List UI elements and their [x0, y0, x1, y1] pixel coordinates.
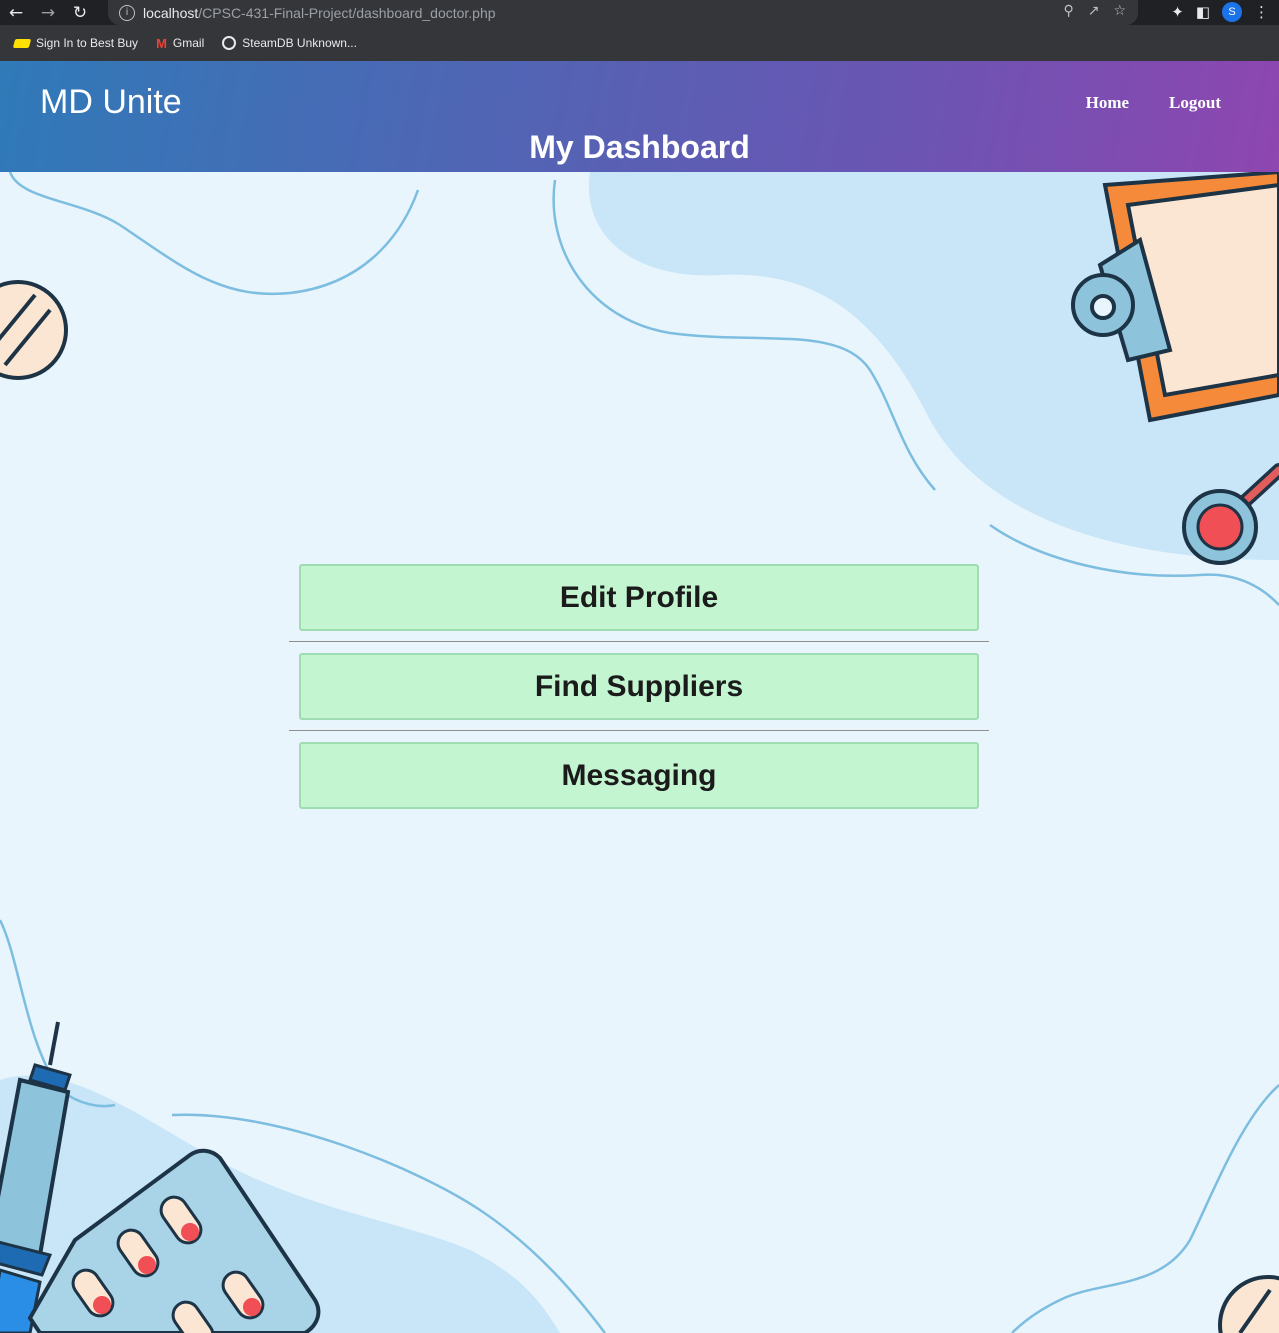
forward-arrow-icon[interactable]: → — [32, 0, 64, 25]
top-nav: Home Logout — [1086, 93, 1221, 113]
divider — [289, 730, 989, 731]
page-title: My Dashboard — [529, 129, 750, 165]
share-icon[interactable]: ↗ — [1088, 3, 1100, 19]
extensions-puzzle-icon[interactable]: ✦ — [1171, 3, 1184, 21]
browser-toolbar: ← → ↻ i localhost/CPSC-431-Final-Project… — [0, 0, 1279, 25]
url-text[interactable]: localhost/CPSC-431-Final-Project/dashboa… — [143, 5, 496, 21]
brand-logo-text[interactable]: MD Unite — [40, 83, 182, 122]
find-suppliers-button[interactable]: Find Suppliers — [299, 653, 979, 720]
divider — [289, 641, 989, 642]
address-bar[interactable]: i localhost/CPSC-431-Final-Project/dashb… — [108, 0, 1138, 25]
bookmark-bestbuy[interactable]: Sign In to Best Buy — [12, 36, 139, 50]
gmail-icon: M — [156, 35, 167, 51]
bookmark-label: Sign In to Best Buy — [36, 36, 139, 50]
url-host: localhost — [143, 4, 199, 21]
key-icon[interactable]: ⚲ — [1063, 3, 1073, 19]
kebab-menu-icon[interactable]: ⋮ — [1254, 3, 1269, 21]
site-header: MD Unite Home Logout My Dashboard — [0, 61, 1279, 172]
background-curve — [8, 172, 420, 296]
pill-icon — [1218, 1275, 1279, 1333]
bookmark-gmail[interactable]: M Gmail — [156, 36, 204, 51]
nav-logout-link[interactable]: Logout — [1169, 93, 1221, 113]
back-arrow-icon[interactable]: ← — [0, 0, 32, 25]
pill-icon — [0, 280, 68, 380]
side-panel-icon[interactable]: ◧ — [1196, 3, 1210, 21]
bookmark-label: SteamDB Unknown... — [242, 36, 357, 50]
edit-profile-button[interactable]: Edit Profile — [299, 564, 979, 631]
reload-icon[interactable]: ↻ — [64, 0, 96, 25]
bookmark-steamdb[interactable]: SteamDB Unknown... — [222, 36, 357, 50]
bestbuy-tag-icon — [12, 38, 32, 48]
site-info-icon[interactable]: i — [119, 4, 135, 21]
star-icon[interactable]: ☆ — [1113, 3, 1126, 19]
nav-home-link[interactable]: Home — [1086, 93, 1129, 113]
dashboard-menu: Edit Profile Find Suppliers Messaging — [289, 564, 989, 809]
url-path: /CPSC-431-Final-Project/dashboard_doctor… — [198, 4, 496, 21]
messaging-button[interactable]: Messaging — [299, 742, 979, 809]
bookmarks-bar: Sign In to Best Buy M Gmail SteamDB Unkn… — [0, 25, 1279, 61]
profile-avatar[interactable]: S — [1222, 2, 1242, 22]
bookmark-label: Gmail — [172, 36, 205, 50]
steamdb-icon — [222, 36, 237, 50]
